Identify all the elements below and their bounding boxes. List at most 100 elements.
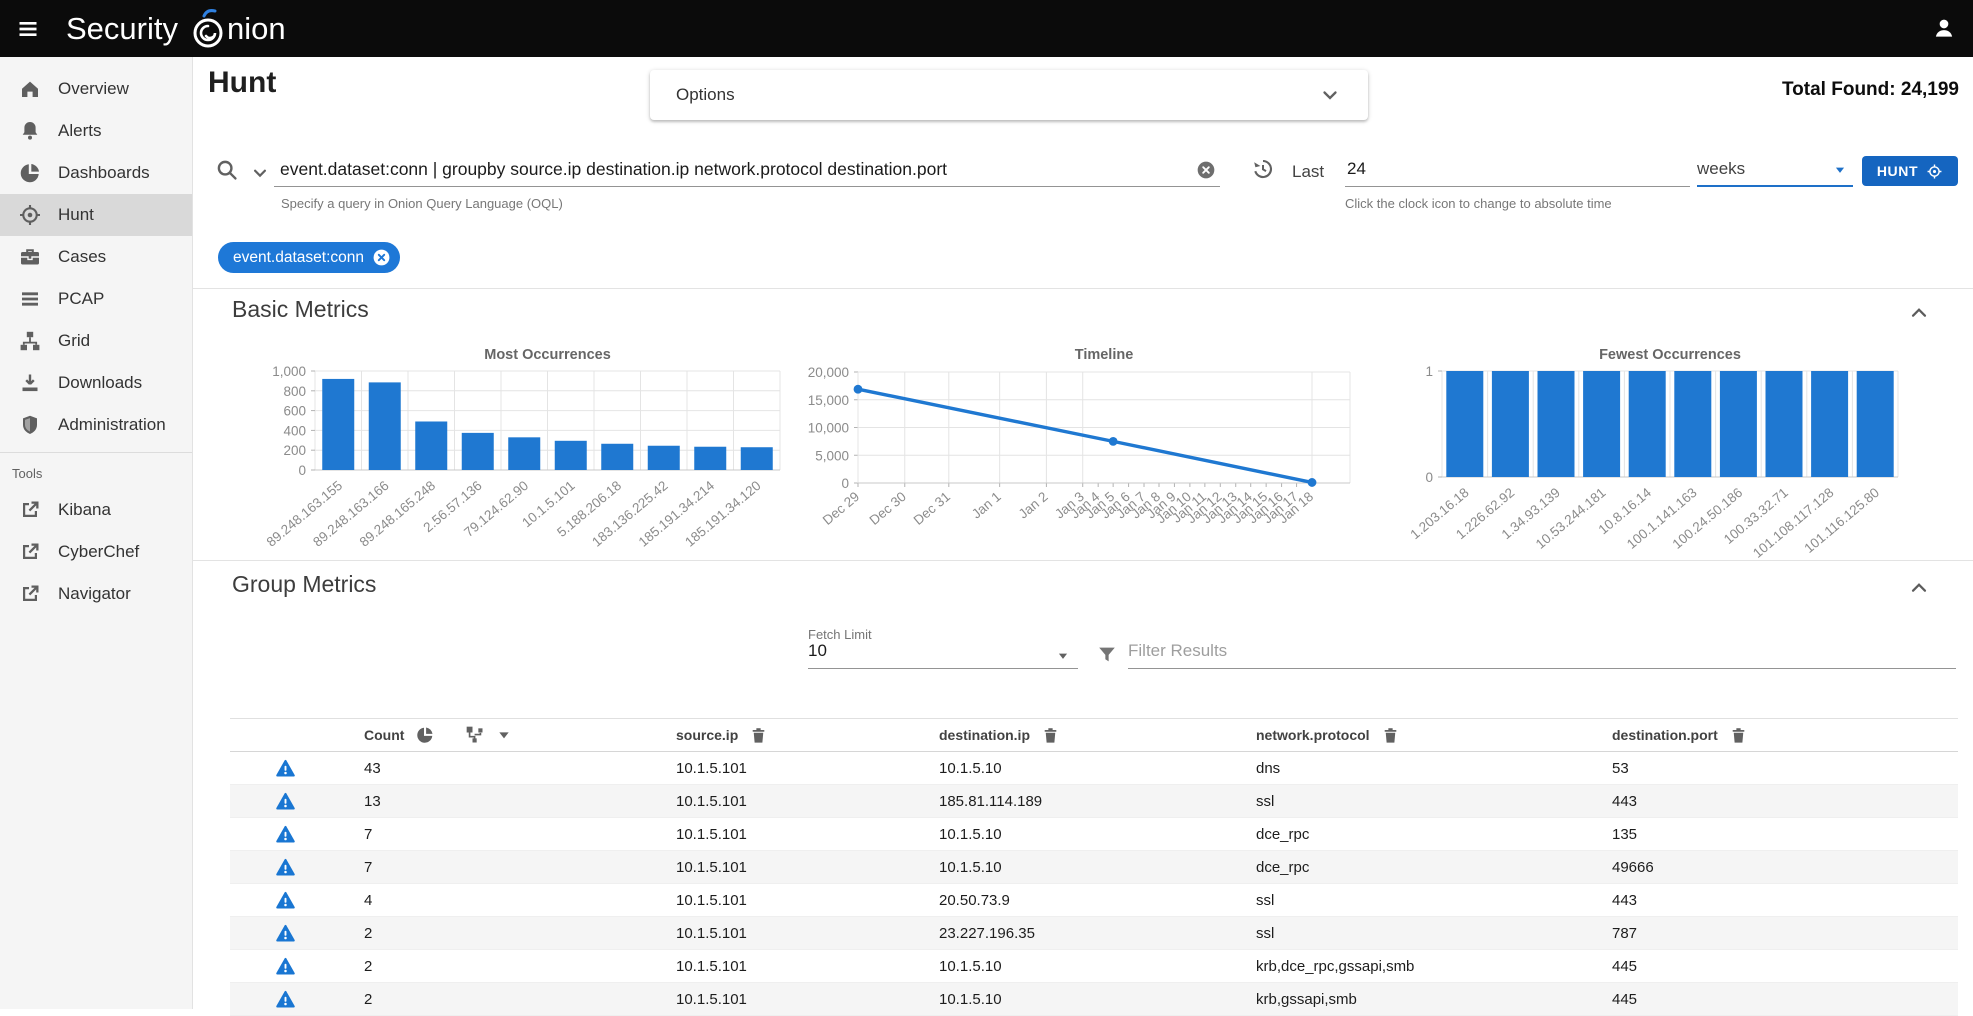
sidebar-item-grid[interactable]: Grid (0, 320, 192, 362)
sidebar-item-downloads[interactable]: Downloads (0, 362, 192, 404)
cell-source-ip[interactable]: 10.1.5.101 (652, 892, 915, 909)
cell-destination-port[interactable]: 445 (1588, 958, 1958, 975)
row-actions (230, 956, 340, 977)
cell-count[interactable]: 7 (340, 826, 652, 843)
cell-destination-port[interactable]: 787 (1588, 925, 1958, 942)
cell-network-protocol[interactable]: krb,dce_rpc,gssapi,smb (1232, 958, 1588, 975)
filter-chip[interactable]: event.dataset:conn (218, 242, 400, 273)
chevron-up-icon[interactable] (1906, 575, 1932, 601)
cell-source-ip[interactable]: 10.1.5.101 (652, 991, 915, 1008)
cell-source-ip[interactable]: 10.1.5.101 (652, 958, 915, 975)
cell-count[interactable]: 43 (340, 760, 652, 777)
cell-source-ip[interactable]: 10.1.5.101 (652, 859, 915, 876)
query-dropdown-icon[interactable] (251, 164, 269, 182)
user-icon[interactable] (1931, 15, 1957, 41)
svg-text:Fewest Occurrences: Fewest Occurrences (1599, 347, 1741, 363)
cell-destination-ip[interactable]: 23.227.196.35 (915, 925, 1232, 942)
cell-count[interactable]: 2 (340, 958, 652, 975)
table-row[interactable]: 210.1.5.10110.1.5.10krb,gssapi,smb445 (230, 983, 1958, 1016)
warning-icon[interactable] (275, 791, 296, 812)
cell-network-protocol[interactable]: krb,gssapi,smb (1232, 991, 1588, 1008)
warning-icon[interactable] (275, 923, 296, 944)
hunt-button[interactable]: HUNT (1862, 156, 1958, 186)
header-destination-port-label[interactable]: destination.port (1612, 727, 1718, 743)
table-row[interactable]: 710.1.5.10110.1.5.10dce_rpc135 (230, 818, 1958, 851)
warning-icon[interactable] (275, 758, 296, 779)
cell-destination-port[interactable]: 443 (1588, 793, 1958, 810)
sidebar-item-kibana[interactable]: Kibana (0, 489, 192, 531)
warning-icon[interactable] (275, 890, 296, 911)
graph-icon[interactable] (465, 725, 485, 745)
menu-icon[interactable] (16, 17, 40, 41)
warning-icon[interactable] (275, 824, 296, 845)
warning-icon[interactable] (275, 857, 296, 878)
trash-icon[interactable] (1729, 726, 1748, 745)
duration-unit-select[interactable]: weeks (1697, 153, 1853, 187)
sidebar-item-cyberchef[interactable]: CyberChef (0, 531, 192, 573)
cell-destination-port[interactable]: 443 (1588, 892, 1958, 909)
warning-icon[interactable] (275, 989, 296, 1010)
table-row[interactable]: 410.1.5.10120.50.73.9ssl443 (230, 884, 1958, 917)
sidebar-item-hunt[interactable]: Hunt (0, 194, 192, 236)
table-row[interactable]: 210.1.5.10123.227.196.35ssl787 (230, 917, 1958, 950)
cell-destination-ip[interactable]: 10.1.5.10 (915, 760, 1232, 777)
sidebar-item-cases[interactable]: Cases (0, 236, 192, 278)
cell-destination-ip[interactable]: 20.50.73.9 (915, 892, 1232, 909)
cell-network-protocol[interactable]: dce_rpc (1232, 826, 1588, 843)
filter-results-input[interactable]: Filter Results (1128, 641, 1956, 669)
trash-icon[interactable] (749, 726, 768, 745)
query-input[interactable]: event.dataset:conn | groupby source.ip d… (274, 153, 1220, 187)
sidebar-item-pcap[interactable]: PCAP (0, 278, 192, 320)
header-source-ip-label[interactable]: source.ip (676, 727, 738, 743)
cell-destination-ip[interactable]: 10.1.5.10 (915, 991, 1232, 1008)
fetch-limit-select[interactable]: 10 (808, 641, 1078, 669)
cell-network-protocol[interactable]: dce_rpc (1232, 859, 1588, 876)
pie-icon[interactable] (415, 725, 435, 745)
cell-network-protocol[interactable]: ssl (1232, 793, 1588, 810)
cell-count[interactable]: 2 (340, 925, 652, 942)
sidebar-item-navigator[interactable]: Navigator (0, 573, 192, 615)
cell-network-protocol[interactable]: dns (1232, 760, 1588, 777)
download-icon (18, 371, 42, 395)
chevron-up-icon[interactable] (1906, 300, 1932, 326)
trash-icon[interactable] (1041, 726, 1060, 745)
cell-network-protocol[interactable]: ssl (1232, 892, 1588, 909)
cell-destination-port[interactable]: 53 (1588, 760, 1958, 777)
cell-destination-port[interactable]: 445 (1588, 991, 1958, 1008)
table-row[interactable]: 710.1.5.10110.1.5.10dce_rpc49666 (230, 851, 1958, 884)
cell-destination-ip[interactable]: 10.1.5.10 (915, 826, 1232, 843)
cell-destination-port[interactable]: 49666 (1588, 859, 1958, 876)
cell-source-ip[interactable]: 10.1.5.101 (652, 925, 915, 942)
svg-text:0: 0 (1425, 470, 1433, 485)
cell-count[interactable]: 7 (340, 859, 652, 876)
sidebar-item-administration[interactable]: Administration (0, 404, 192, 446)
cell-destination-ip[interactable]: 10.1.5.10 (915, 859, 1232, 876)
cell-source-ip[interactable]: 10.1.5.101 (652, 760, 915, 777)
sidebar-item-dashboards[interactable]: Dashboards (0, 152, 192, 194)
warning-icon[interactable] (275, 956, 296, 977)
chip-close-icon[interactable] (372, 248, 391, 267)
cell-count[interactable]: 13 (340, 793, 652, 810)
header-network-protocol-label[interactable]: network.protocol (1256, 727, 1370, 743)
cell-network-protocol[interactable]: ssl (1232, 925, 1588, 942)
cell-count[interactable]: 4 (340, 892, 652, 909)
table-row[interactable]: 210.1.5.10110.1.5.10krb,dce_rpc,gssapi,s… (230, 950, 1958, 983)
query-clear-icon[interactable] (1196, 160, 1216, 180)
cell-destination-port[interactable]: 135 (1588, 826, 1958, 843)
sidebar-item-alerts[interactable]: Alerts (0, 110, 192, 152)
caret-down-icon[interactable] (496, 727, 512, 743)
duration-input[interactable]: 24 (1345, 153, 1690, 187)
cell-source-ip[interactable]: 10.1.5.101 (652, 793, 915, 810)
sidebar-item-overview[interactable]: Overview (0, 68, 192, 110)
cell-destination-ip[interactable]: 10.1.5.10 (915, 958, 1232, 975)
table-row[interactable]: 1310.1.5.101185.81.114.189ssl443 (230, 785, 1958, 818)
options-panel-toggle[interactable]: Options (650, 70, 1368, 120)
cell-count[interactable]: 2 (340, 991, 652, 1008)
table-row[interactable]: 4310.1.5.10110.1.5.10dns53 (230, 752, 1958, 785)
history-clock-icon[interactable] (1251, 157, 1275, 181)
header-count-label[interactable]: Count (364, 727, 404, 743)
header-destination-ip-label[interactable]: destination.ip (939, 727, 1030, 743)
cell-destination-ip[interactable]: 185.81.114.189 (915, 793, 1232, 810)
cell-source-ip[interactable]: 10.1.5.101 (652, 826, 915, 843)
trash-icon[interactable] (1381, 726, 1400, 745)
